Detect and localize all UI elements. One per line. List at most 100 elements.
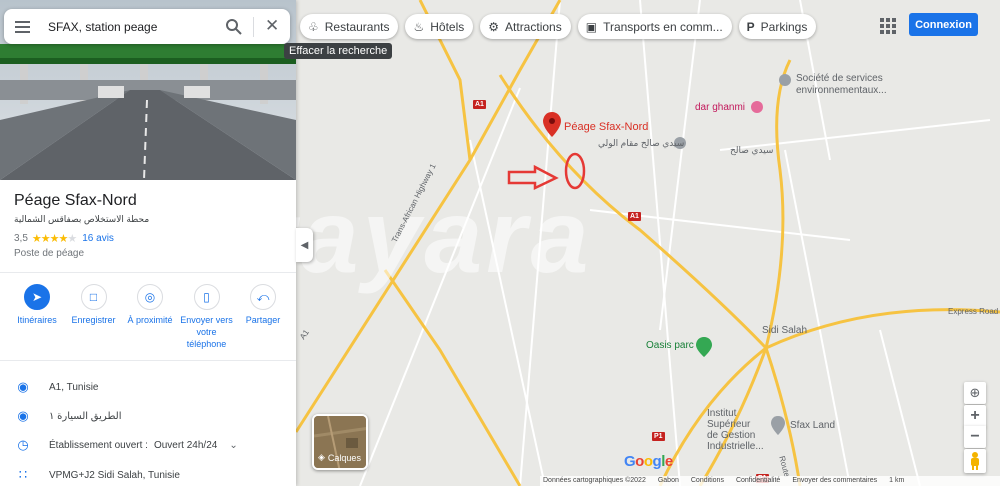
search-divider <box>253 17 254 37</box>
apps-dot <box>880 18 884 22</box>
search-input[interactable] <box>48 19 218 34</box>
hotel-icon: ♨ <box>413 19 425 34</box>
poi-societe-2: environnementaux... <box>796 85 887 96</box>
bookmark-icon: □ <box>80 284 107 310</box>
divider <box>0 272 296 273</box>
footer-feedback-link[interactable]: Envoyer des commentaires <box>792 476 877 486</box>
clear-search-icon[interactable]: ✕ <box>265 17 279 35</box>
search-icon[interactable] <box>225 18 243 36</box>
directions-button[interactable]: ➤ Itinéraires <box>10 284 64 350</box>
chip-label: Transports en comm... <box>603 19 723 34</box>
apps-dot <box>886 24 890 28</box>
reviews-link[interactable]: 16 avis <box>82 233 114 244</box>
share-button[interactable]: ⤺ Partager <box>236 284 290 350</box>
chip-parking[interactable]: P Parkings <box>738 14 817 39</box>
layers-label-wrap: ◈ Calques <box>318 452 361 463</box>
nearby-button[interactable]: ◎ À proximité <box>123 284 177 350</box>
poi-societe-1: Société de services <box>796 73 883 84</box>
place-title: Péage Sfax-Nord <box>14 192 137 209</box>
share-icon: ⤺ <box>250 284 276 310</box>
apps-dot <box>892 24 896 28</box>
category-chips: ♧ Restaurants ♨ Hôtels ⚙ Attractions ▣ T… <box>300 14 817 39</box>
apps-dot <box>880 30 884 34</box>
place-marker-icon <box>543 112 561 137</box>
layers-button[interactable]: ◈ Calques <box>312 414 368 470</box>
road-shield-a1-south: A1 <box>628 212 641 221</box>
crosshair-icon: ⊕ <box>969 385 981 400</box>
google-apps-button[interactable] <box>878 16 898 36</box>
poi-institut-4: Industrielle... <box>707 441 764 452</box>
directions-icon: ➤ <box>24 284 50 310</box>
my-location-button[interactable]: ⊕ <box>964 382 986 404</box>
road-shield-a1-north: A1 <box>473 100 486 109</box>
address-ar-row[interactable]: ◉ الطريق السيارة ١ <box>14 408 284 424</box>
parking-icon: P <box>746 19 755 34</box>
location-pin-icon: ◉ <box>17 408 29 423</box>
poi-dar-ghanmi: dar ghanmi <box>695 102 746 113</box>
address-row[interactable]: ◉ A1, Tunisie <box>14 379 284 395</box>
chip-restaurants[interactable]: ♧ Restaurants <box>300 14 399 39</box>
locality-sidi-salah: Sidi Salah <box>762 325 808 336</box>
menu-icon-line <box>14 20 30 23</box>
footer-scale[interactable]: 1 km <box>889 476 904 486</box>
address-text: A1, Tunisie <box>49 381 99 393</box>
chip-label: Hôtels <box>430 19 465 34</box>
action-label: Partager <box>245 315 281 325</box>
restaurant-icon: ♧ <box>308 19 319 34</box>
attractions-icon: ⚙ <box>488 19 500 34</box>
plus-code-row[interactable]: ∷ VPMG+J2 Sidi Salah, Tunisie <box>14 467 284 483</box>
send-to-phone-icon: ▯ <box>193 284 220 310</box>
rating-row: 3,5 ★★★★★ 16 avis <box>14 232 114 245</box>
google-logo-letter: G <box>624 453 636 470</box>
search-box: ✕ <box>4 9 290 44</box>
road-shield-p1-west: P1 <box>652 432 665 441</box>
divider <box>0 360 296 361</box>
pegman-icon <box>971 452 979 470</box>
location-pin-icon: ◉ <box>17 379 29 394</box>
action-label: À proximité <box>127 315 173 325</box>
poi-institut-3: de Gestion <box>707 430 756 441</box>
apps-dot <box>886 30 890 34</box>
place-panel: Péage Sfax-Nord محطة الاستخلاص بصفاقس ال… <box>0 0 296 486</box>
street-view-button[interactable] <box>964 449 986 473</box>
chip-hotels[interactable]: ♨ Hôtels <box>405 14 474 39</box>
layers-icon: ◈ <box>318 452 325 462</box>
locality-sidi-salah-ar: سيدي صالح <box>730 145 774 155</box>
apps-dot <box>886 18 890 22</box>
layers-label: Calques <box>327 452 361 463</box>
send-to-phone-button[interactable]: ▯ Envoyer vers votre téléphone <box>180 284 234 350</box>
chip-transit[interactable]: ▣ Transports en comm... <box>577 14 732 39</box>
transit-icon: ▣ <box>585 19 598 34</box>
zoom-in-button[interactable]: + <box>964 405 986 427</box>
place-category[interactable]: Poste de péage <box>14 248 84 259</box>
poi-institut-1: Institut <box>707 408 737 419</box>
save-button[interactable]: □ Enregistrer <box>67 284 121 350</box>
chip-attractions[interactable]: ⚙ Attractions <box>480 14 571 39</box>
sign-in-button[interactable]: Connexion <box>909 13 978 36</box>
google-logo-letter: o <box>635 453 644 470</box>
menu-icon-line <box>14 25 30 28</box>
place-subtitle-arabic: محطة الاستخلاص بصفاقس الشمالية <box>14 214 150 224</box>
hours-row[interactable]: ◷ Établissement ouvert : Ouvert 24h/24 ⌄ <box>14 437 284 453</box>
address-ar-text: الطريق السيارة ١ <box>49 410 122 422</box>
minus-icon: − <box>970 428 980 445</box>
menu-icon-line <box>14 30 30 33</box>
menu-button[interactable] <box>4 9 40 44</box>
hours-status: Établissement ouvert : <box>49 439 148 451</box>
clear-search-tooltip: Effacer la recherche <box>284 43 393 59</box>
clock-icon: ◷ <box>17 437 29 452</box>
hours-value: Ouvert 24h/24 <box>153 439 218 451</box>
chevron-down-icon: ⌄ <box>229 439 238 451</box>
footer-region[interactable]: Gabon <box>658 476 679 486</box>
zoom-out-button[interactable]: − <box>964 426 986 448</box>
road-express: Express Road <box>948 307 999 316</box>
action-buttons: ➤ Itinéraires □ Enregistrer ◎ À proximit… <box>10 284 290 350</box>
footer-privacy-link[interactable]: Confidentialité <box>736 476 780 486</box>
apps-dot <box>892 30 896 34</box>
poi-sfax-land: Sfax Land <box>790 420 836 431</box>
footer-terms-link[interactable]: Conditions <box>691 476 724 486</box>
chevron-left-icon: ◀ <box>300 239 309 251</box>
rating-stars-icon: ★★★★★ <box>31 233 77 245</box>
plus-icon: + <box>970 407 980 424</box>
collapse-panel-button[interactable]: ◀ <box>296 228 313 262</box>
